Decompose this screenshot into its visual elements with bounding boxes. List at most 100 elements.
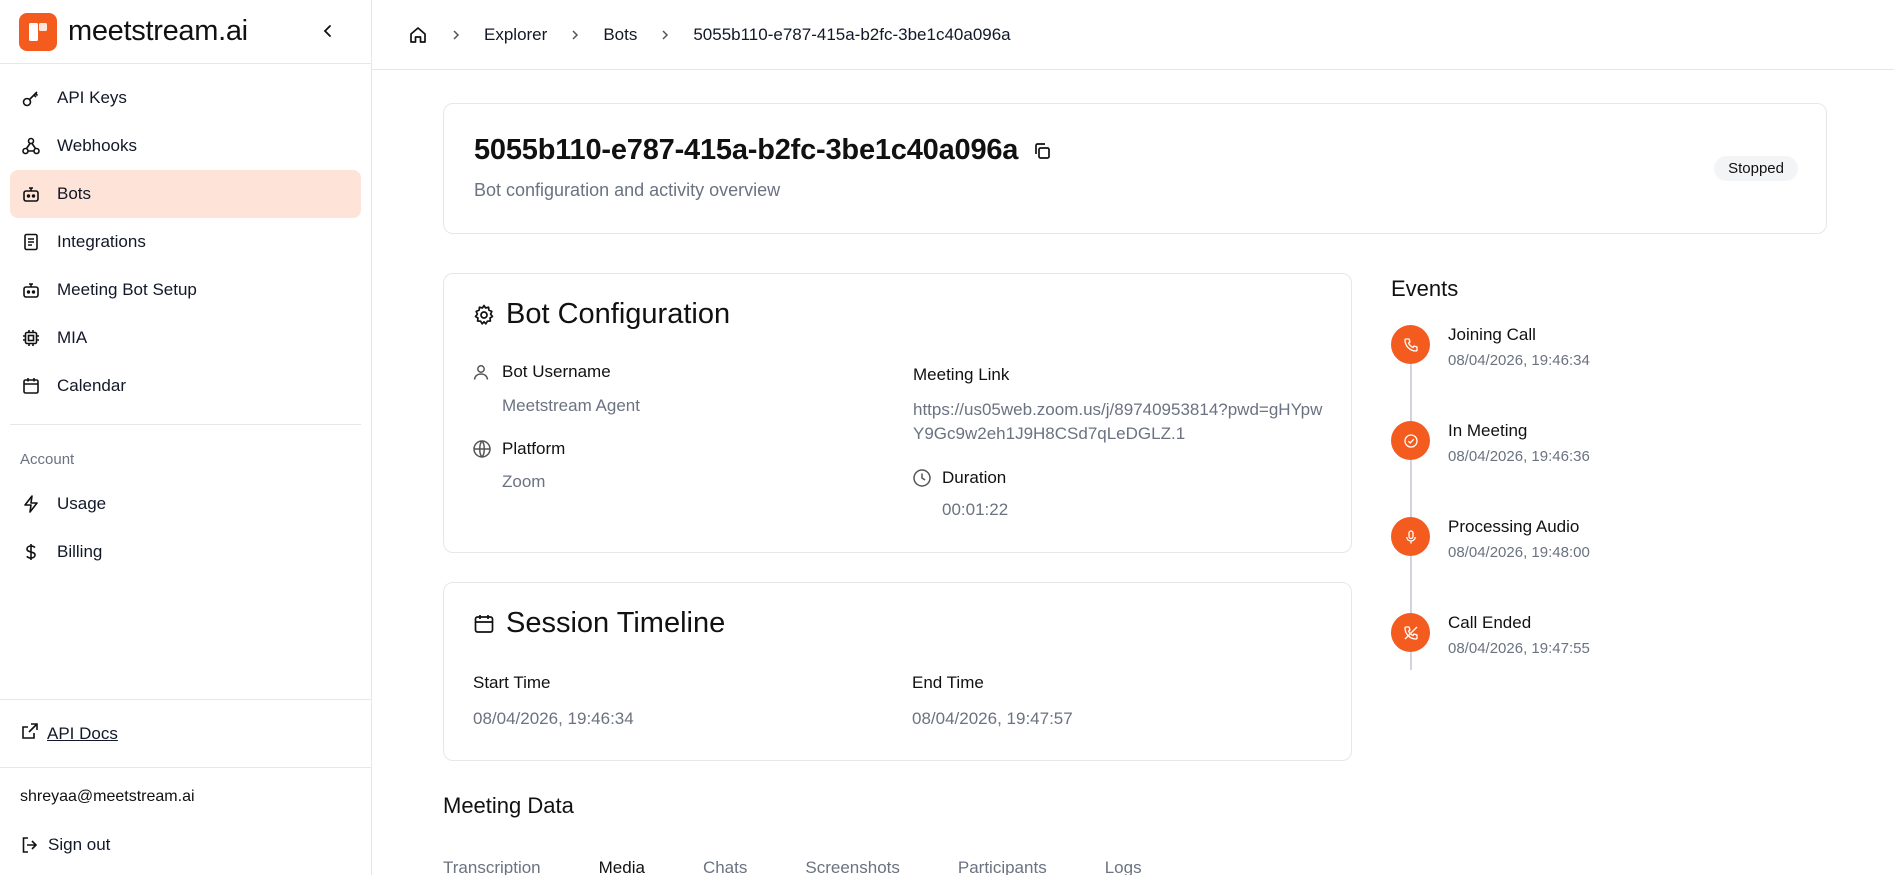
- bolt-icon: [20, 493, 42, 515]
- breadcrumb-home[interactable]: [408, 25, 428, 45]
- event-item: Call Ended 08/04/2026, 19:47:55: [1391, 613, 1691, 673]
- session-timeline-card: Session Timeline Start Time 08/04/2026, …: [443, 582, 1352, 761]
- sidebar-footer: API Docs shreyaa@meetstream.ai Sign out: [0, 699, 371, 875]
- account-section-label: Account: [20, 451, 75, 468]
- platform-label: Platform: [473, 439, 566, 459]
- phone-off-icon: [1391, 613, 1430, 652]
- breadcrumb: Explorer Bots 5055b110-e787-415a-b2fc-3b…: [372, 0, 1894, 70]
- chevron-left-icon: [323, 25, 331, 37]
- meeting-link-label: Meeting Link: [913, 365, 1009, 385]
- bot-configuration-card: Bot Configuration Bot Username Meetstrea…: [443, 273, 1352, 553]
- tab-chats[interactable]: Chats: [703, 858, 747, 875]
- sidebar-item-bots[interactable]: Bots: [10, 170, 361, 218]
- document-icon: [20, 231, 42, 253]
- sidebar-item-label: Billing: [57, 542, 103, 561]
- api-docs-label[interactable]: API Docs: [47, 724, 118, 744]
- bot-username-value: Meetstream Agent: [502, 396, 640, 415]
- start-time-label: Start Time: [473, 673, 551, 692]
- field-label-text: Meeting Link: [913, 365, 1010, 384]
- bot-username-label: Bot Username: [473, 362, 611, 382]
- external-link-icon: [20, 721, 40, 746]
- event-name: Joining Call: [1448, 325, 1536, 344]
- chevron-right-icon: [659, 29, 671, 41]
- meeting-data-title: Meeting Data: [443, 793, 574, 818]
- sidebar-item-label: Calendar: [57, 376, 126, 395]
- page-title: 5055b110-e787-415a-b2fc-3be1c40a096a: [474, 134, 1052, 167]
- check-circle-icon: [1391, 421, 1430, 460]
- tab-participants[interactable]: Participants: [958, 858, 1047, 875]
- sidebar-item-integrations[interactable]: Integrations: [10, 218, 361, 266]
- user-icon: [472, 363, 490, 381]
- copy-icon: [1035, 142, 1051, 159]
- events-title: Events: [1391, 276, 1459, 301]
- chip-icon: [20, 327, 42, 349]
- sidebar-item-meeting-bot-setup[interactable]: Meeting Bot Setup: [10, 266, 361, 314]
- meetstream-logo[interactable]: [19, 12, 57, 51]
- chevron-right-icon: [450, 29, 462, 41]
- field-label-text: Duration: [942, 468, 1007, 487]
- breadcrumb-current: 5055b110-e787-415a-b2fc-3be1c40a096a: [693, 24, 1011, 44]
- platform-value: Zoom: [502, 472, 546, 491]
- field-label-text: Platform: [502, 439, 566, 458]
- sidebar-item-usage[interactable]: Usage: [10, 480, 361, 528]
- calendar-icon: [20, 375, 42, 397]
- duration-value: 00:01:22: [942, 500, 1009, 519]
- event-item: Processing Audio 08/04/2026, 19:48:00: [1391, 517, 1691, 577]
- event-item: In Meeting 08/04/2026, 19:46:36: [1391, 421, 1691, 481]
- event-time: 08/04/2026, 19:48:00: [1448, 544, 1590, 561]
- start-time-value: 08/04/2026, 19:46:34: [473, 709, 634, 728]
- bot-icon: [20, 183, 42, 205]
- sidebar-item-api-keys[interactable]: API Keys: [10, 74, 361, 122]
- gear-icon: [472, 303, 496, 327]
- event-time: 08/04/2026, 19:46:34: [1448, 352, 1590, 369]
- phone-icon: [1391, 325, 1430, 364]
- brand-header: meetstream.ai: [0, 0, 371, 64]
- sidebar-item-webhooks[interactable]: Webhooks: [10, 122, 361, 170]
- breadcrumb-bots[interactable]: Bots: [603, 25, 637, 45]
- tab-transcription[interactable]: Transcription: [443, 858, 541, 875]
- event-time: 08/04/2026, 19:46:36: [1448, 448, 1590, 465]
- event-name: In Meeting: [1448, 421, 1528, 440]
- api-docs-link[interactable]: API Docs: [0, 699, 371, 767]
- sign-out-label: Sign out: [48, 835, 111, 854]
- tab-media[interactable]: Media: [599, 858, 645, 875]
- tab-logs[interactable]: Logs: [1105, 858, 1142, 875]
- webhook-icon: [20, 135, 42, 157]
- brand-name: meetstream.ai: [68, 15, 248, 47]
- event-time: 08/04/2026, 19:47:55: [1448, 640, 1590, 657]
- bot-id-text: 5055b110-e787-415a-b2fc-3be1c40a096a: [474, 134, 1019, 166]
- globe-icon: [472, 439, 492, 459]
- bot-configuration-title: Bot Configuration: [472, 298, 730, 331]
- status-badge: Stopped: [1714, 156, 1798, 181]
- sidebar-item-label: Meeting Bot Setup: [57, 280, 197, 299]
- card-title-text: Session Timeline: [506, 607, 726, 639]
- home-icon: [410, 26, 426, 43]
- sidebar: meetstream.ai API Keys Webhooks Bots Int…: [0, 0, 372, 875]
- meeting-link-value[interactable]: https://us05web.zoom.us/j/89740953814?pw…: [913, 398, 1333, 446]
- calendar-icon: [472, 612, 496, 636]
- sidebar-divider: [10, 424, 361, 425]
- sidebar-item-label: Integrations: [57, 232, 146, 251]
- collapse-sidebar-button[interactable]: [315, 18, 341, 44]
- sidebar-item-calendar[interactable]: Calendar: [10, 362, 361, 410]
- mic-icon: [1391, 517, 1430, 556]
- user-email: shreyaa@meetstream.ai: [0, 767, 371, 825]
- sidebar-nav: API Keys Webhooks Bots Integrations Meet…: [0, 64, 371, 576]
- event-name: Processing Audio: [1448, 517, 1580, 536]
- card-title-text: Bot Configuration: [506, 298, 731, 330]
- sidebar-item-label: Webhooks: [57, 136, 138, 155]
- sidebar-item-label: Bots: [57, 184, 92, 203]
- event-item: Joining Call 08/04/2026, 19:46:34: [1391, 325, 1691, 385]
- sidebar-item-mia[interactable]: MIA: [10, 314, 361, 362]
- dollar-icon: [20, 541, 42, 563]
- sign-out-button[interactable]: Sign out: [0, 825, 371, 875]
- event-name: Call Ended: [1448, 613, 1532, 632]
- sign-out-icon: [20, 835, 40, 855]
- sidebar-item-billing[interactable]: Billing: [10, 528, 361, 576]
- tab-screenshots[interactable]: Screenshots: [805, 858, 900, 875]
- sidebar-item-label: MIA: [57, 328, 88, 347]
- copy-id-button[interactable]: [1032, 141, 1052, 161]
- session-timeline-title: Session Timeline: [472, 607, 725, 640]
- breadcrumb-explorer[interactable]: Explorer: [484, 25, 547, 45]
- meeting-data-tabs: Transcription Media Chats Screenshots Pa…: [443, 858, 1200, 875]
